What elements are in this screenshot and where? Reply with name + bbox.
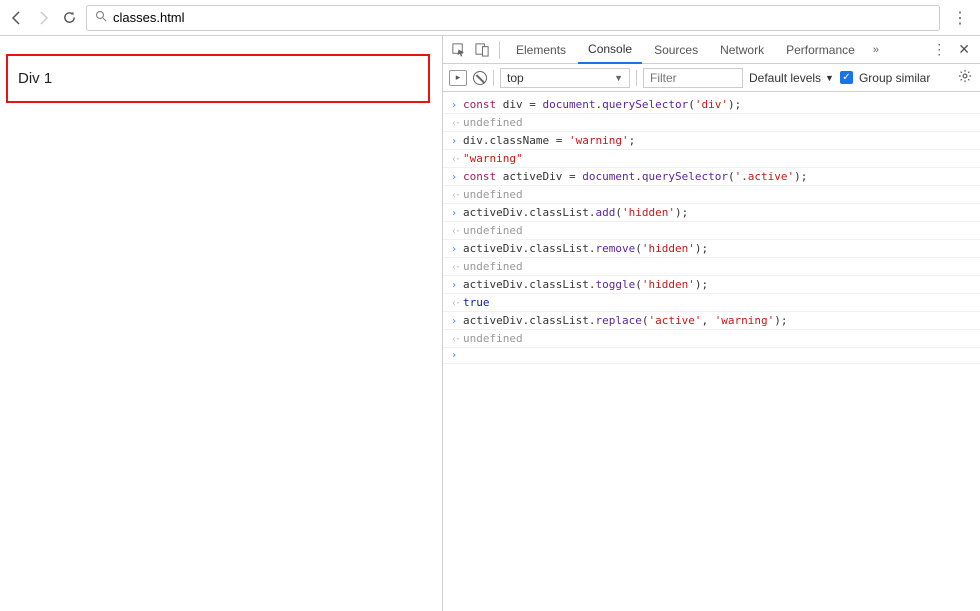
reload-icon[interactable]: [60, 9, 78, 27]
log-levels-selector[interactable]: Default levels ▼: [749, 71, 834, 85]
tab-performance[interactable]: Performance: [776, 36, 865, 64]
input-marker-icon: [451, 136, 463, 147]
tab-console[interactable]: Console: [578, 36, 642, 64]
address-field[interactable]: [86, 5, 940, 31]
code-text: const activeDiv = document.querySelector…: [463, 170, 807, 183]
console-toolbar: ▸ top ▼ Default levels ▼ ✓ Group similar: [443, 64, 980, 92]
console-line-input: activeDiv.classList.replace('active', 'w…: [443, 312, 980, 330]
console-line-input: div.className = 'warning';: [443, 132, 980, 150]
code-text: true: [463, 296, 490, 309]
more-tabs-icon[interactable]: »: [867, 44, 885, 56]
output-marker-icon: [451, 190, 463, 201]
input-marker-icon: [451, 100, 463, 111]
devtools-close-icon[interactable]: ✕: [952, 41, 976, 58]
output-marker-icon: [451, 262, 463, 273]
console-line-output: undefined: [443, 222, 980, 240]
context-selector[interactable]: top ▼: [500, 68, 630, 88]
input-marker-icon: [451, 244, 463, 255]
console-line-input: activeDiv.classList.remove('hidden');: [443, 240, 980, 258]
clear-console-icon[interactable]: [473, 71, 487, 85]
inspect-icon[interactable]: [447, 39, 469, 61]
divider: [499, 41, 500, 59]
console-prompt[interactable]: [443, 348, 980, 364]
console-filter-input[interactable]: [643, 68, 743, 88]
divider: [493, 70, 494, 86]
console-line-output: "warning": [443, 150, 980, 168]
input-marker-icon: [451, 172, 463, 183]
code-text: activeDiv.classList.toggle('hidden');: [463, 278, 708, 291]
levels-label: Default levels: [749, 71, 821, 85]
code-text: undefined: [463, 224, 523, 237]
dropdown-icon: ▼: [825, 73, 834, 83]
code-text: undefined: [463, 332, 523, 345]
console-line-input: activeDiv.classList.toggle('hidden');: [443, 276, 980, 294]
browser-addressbar: ⋮: [0, 0, 980, 36]
console-line-output: true: [443, 294, 980, 312]
devtools-menu-icon[interactable]: ⋮: [928, 41, 950, 58]
back-icon[interactable]: [8, 9, 26, 27]
output-marker-icon: [451, 226, 463, 237]
output-marker-icon: [451, 298, 463, 309]
console-line-input: activeDiv.classList.add('hidden');: [443, 204, 980, 222]
input-marker-icon: [451, 316, 463, 327]
console-line-output: undefined: [443, 258, 980, 276]
code-text: activeDiv.classList.replace('active', 'w…: [463, 314, 788, 327]
console-output[interactable]: const div = document.querySelector('div'…: [443, 92, 980, 368]
input-marker-icon: [451, 208, 463, 219]
code-text: undefined: [463, 188, 523, 201]
search-icon: [95, 10, 107, 25]
code-text: undefined: [463, 260, 523, 273]
input-marker-icon: [451, 350, 463, 361]
devtools-tabs: Elements Console Sources Network Perform…: [443, 36, 980, 64]
tab-sources[interactable]: Sources: [644, 36, 708, 64]
code-text: undefined: [463, 116, 523, 129]
console-line-input: const div = document.querySelector('div'…: [443, 96, 980, 114]
devtools-panel: Elements Console Sources Network Perform…: [443, 36, 980, 611]
group-similar-label: Group similar: [859, 71, 930, 85]
div-1-box: Div 1: [6, 54, 430, 103]
device-toggle-icon[interactable]: [471, 39, 493, 61]
console-line-output: undefined: [443, 186, 980, 204]
code-text: "warning": [463, 152, 523, 165]
dropdown-icon: ▼: [614, 73, 623, 83]
console-line-output: undefined: [443, 114, 980, 132]
context-label: top: [507, 71, 524, 85]
console-line-input: const activeDiv = document.querySelector…: [443, 168, 980, 186]
console-sidebar-toggle-icon[interactable]: ▸: [449, 70, 467, 86]
rendered-page: Div 1: [0, 36, 443, 611]
output-marker-icon: [451, 334, 463, 345]
group-similar-checkbox[interactable]: ✓: [840, 71, 853, 84]
divider: [636, 70, 637, 86]
url-input[interactable]: [113, 10, 931, 25]
console-settings-icon[interactable]: [956, 69, 974, 86]
output-marker-icon: [451, 154, 463, 165]
console-line-output: undefined: [443, 330, 980, 348]
browser-menu-icon[interactable]: ⋮: [948, 8, 972, 28]
code-text: activeDiv.classList.add('hidden');: [463, 206, 688, 219]
code-text: div.className = 'warning';: [463, 134, 635, 147]
code-text: activeDiv.classList.remove('hidden');: [463, 242, 708, 255]
div-1-text: Div 1: [18, 70, 52, 87]
input-marker-icon: [451, 280, 463, 291]
code-text: const div = document.querySelector('div'…: [463, 98, 741, 111]
tab-elements[interactable]: Elements: [506, 36, 576, 64]
tab-network[interactable]: Network: [710, 36, 774, 64]
forward-icon: [34, 9, 52, 27]
output-marker-icon: [451, 118, 463, 129]
